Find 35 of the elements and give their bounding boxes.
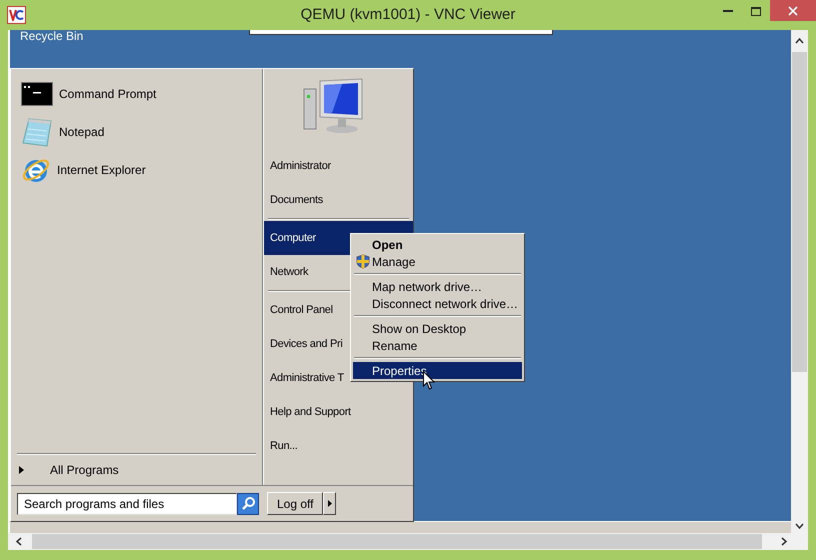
triangle-icon: [19, 466, 24, 474]
menu-item[interactable]: Properties: [353, 362, 522, 379]
desktop-icon-label[interactable]: Recycle Bin: [20, 30, 84, 45]
place-item[interactable]: Run...: [264, 429, 413, 463]
log-off-button[interactable]: Log off: [267, 492, 324, 515]
minimize-icon: [723, 10, 733, 12]
place-item[interactable]: Documents: [264, 183, 413, 217]
program-item[interactable]: Notepad: [21, 117, 262, 147]
program-item[interactable]: Internet Explorer: [21, 155, 262, 185]
menu-item[interactable]: Manage: [353, 253, 522, 270]
triangle-icon: [328, 500, 332, 507]
window-title: QEMU (kvm1001) - VNC Viewer: [300, 4, 516, 25]
program-item[interactable]: Command Prompt: [21, 79, 262, 109]
shield-icon: [356, 254, 370, 269]
place-item[interactable]: Administrator: [264, 149, 413, 183]
menu-item[interactable]: Disconnect network drive…: [353, 295, 522, 312]
notepad-icon: [21, 117, 53, 147]
menu-item[interactable]: Rename: [353, 337, 522, 354]
maximize-icon: [751, 6, 761, 16]
scrollbar-thumb[interactable]: [32, 534, 762, 549]
computer-icon: [302, 77, 366, 135]
close-icon: [788, 6, 798, 16]
scrollbar-thumb[interactable]: [792, 52, 807, 372]
search-icon: [241, 496, 255, 510]
app-logo-icon: [7, 6, 26, 24]
place-item[interactable]: Help and Support: [264, 395, 413, 429]
menu-item[interactable]: Map network drive…: [353, 278, 522, 295]
shutdown-options-button[interactable]: [323, 492, 336, 515]
console-icon: [21, 82, 53, 106]
search-field[interactable]: Search programs and files: [17, 492, 237, 514]
vertical-scrollbar[interactable]: [791, 30, 808, 533]
menu-item[interactable]: Show on Desktop: [353, 320, 522, 337]
close-button[interactable]: [770, 0, 816, 21]
all-programs-button[interactable]: All Programs: [19, 461, 119, 479]
search-button[interactable]: [237, 492, 259, 514]
